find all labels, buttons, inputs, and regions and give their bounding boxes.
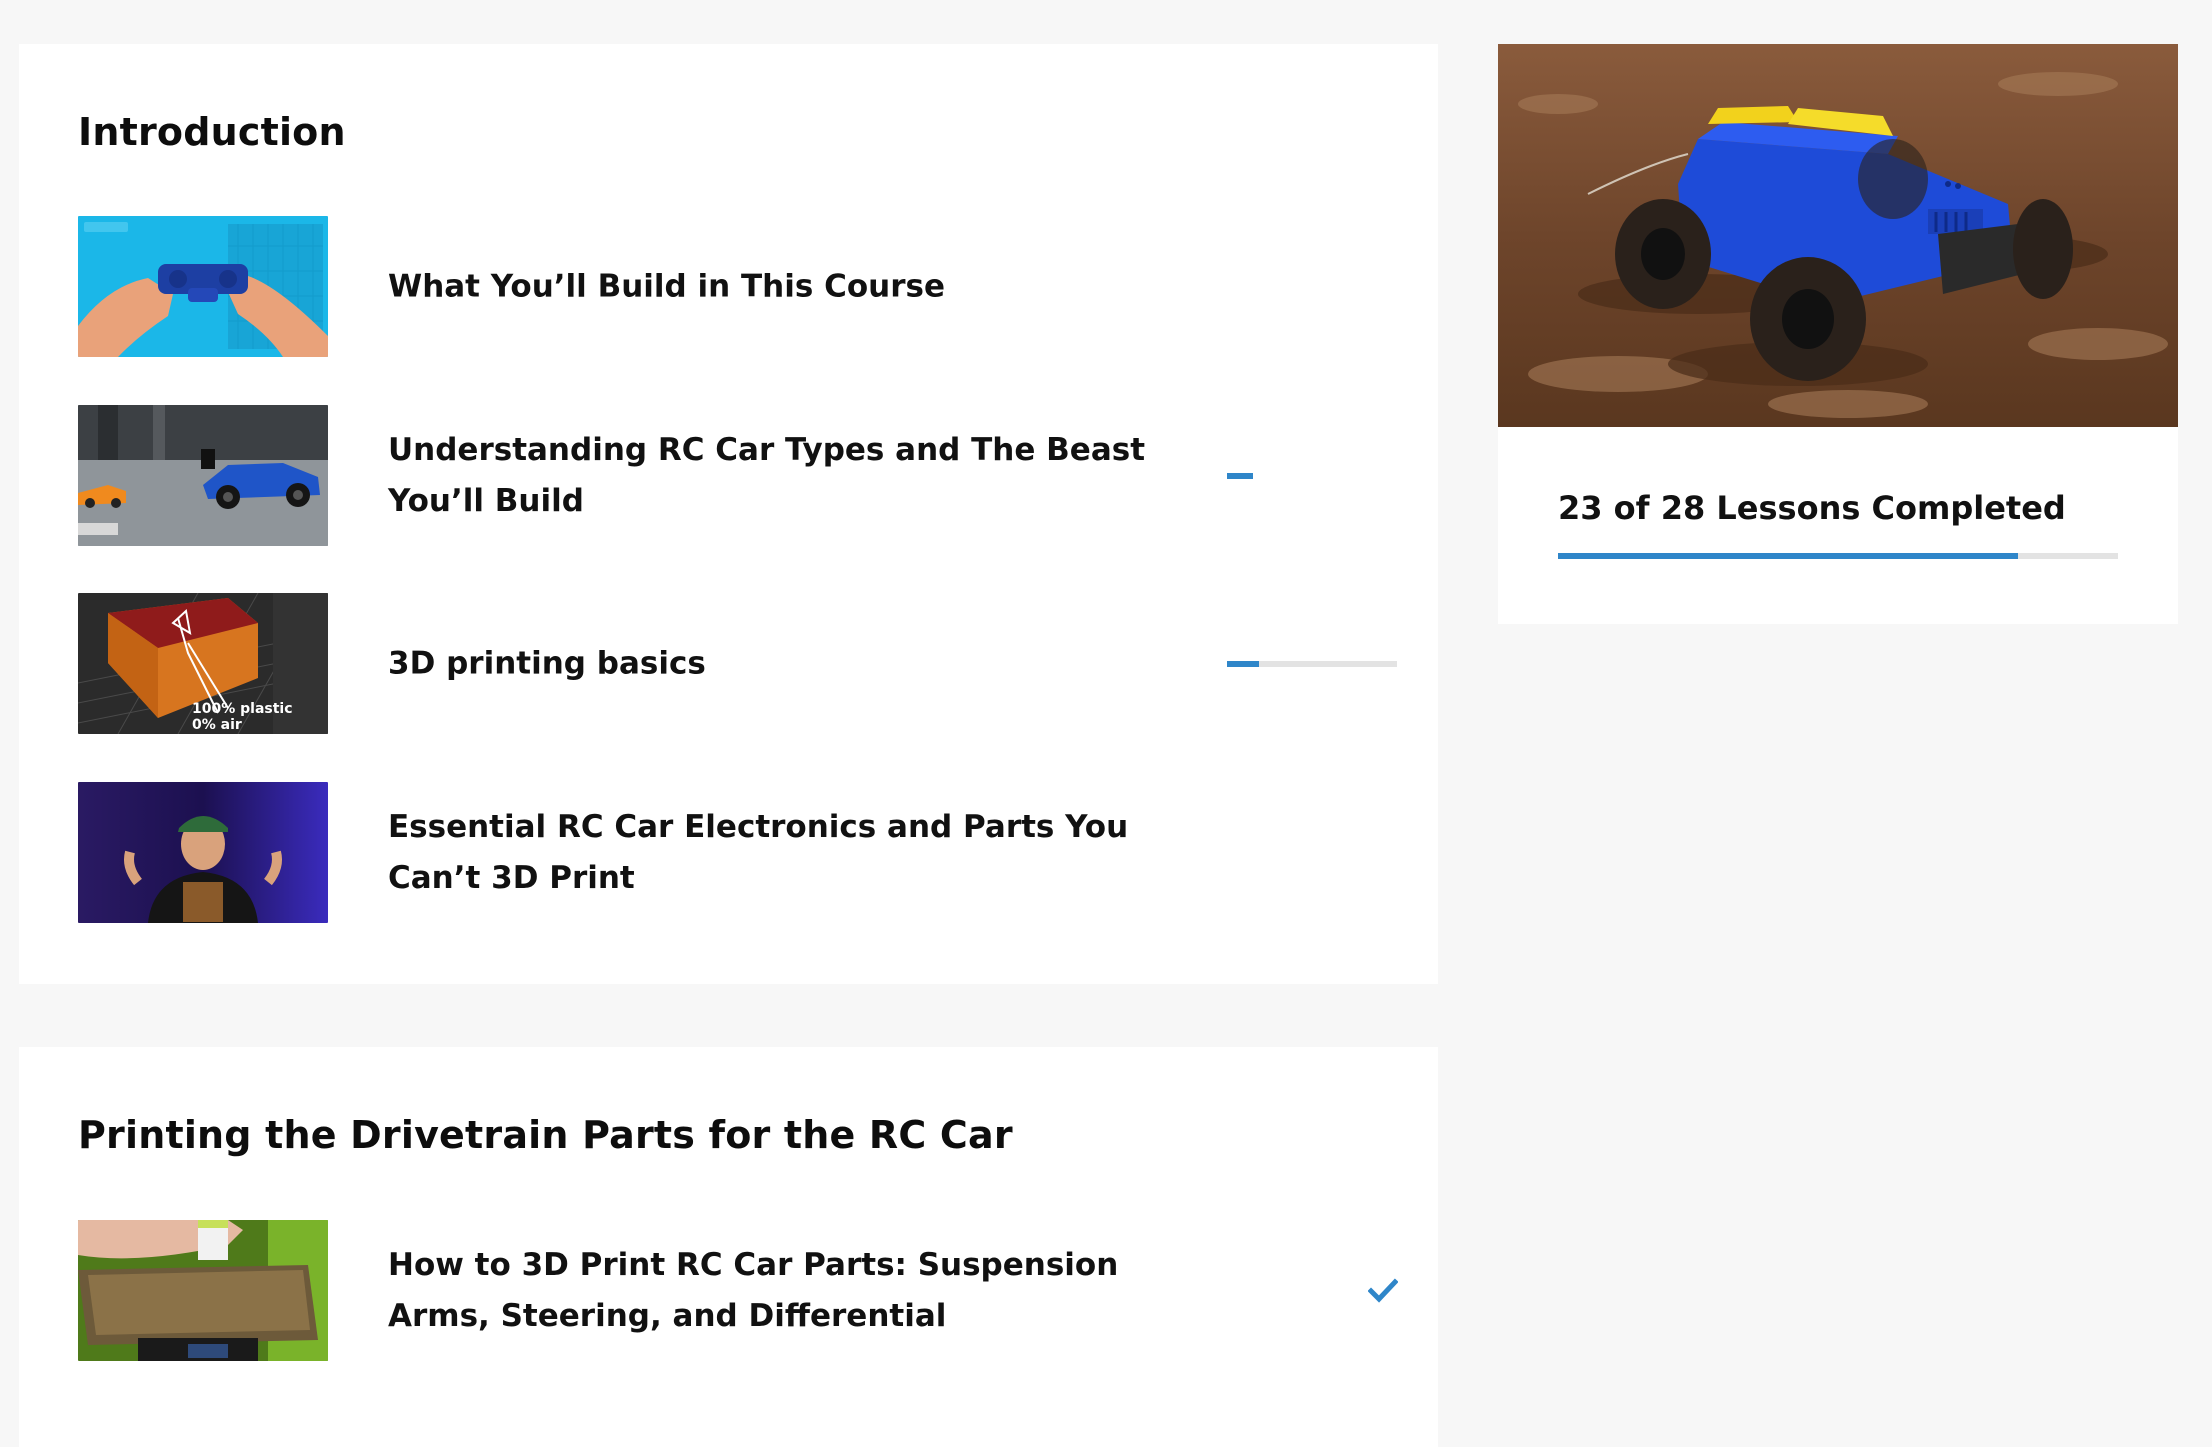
- lesson-item[interactable]: Understanding RC Car Types and The Beast…: [78, 405, 1398, 546]
- lesson-item[interactable]: 100% plastic 0% air 3D printing basics: [78, 593, 1398, 734]
- lesson-progress-bar: [1227, 660, 1397, 667]
- section-title: Introduction: [78, 110, 346, 154]
- checkmark-icon: [1367, 1277, 1399, 1304]
- thumbnail-text: 100% plastic: [192, 701, 293, 717]
- course-progress-label: 23 of 28 Lessons Completed: [1558, 489, 2066, 527]
- lesson-thumbnail[interactable]: 100% plastic 0% air: [78, 593, 328, 734]
- course-cover-image: [1498, 44, 2178, 427]
- course-progress-bar: [1558, 553, 2118, 559]
- lesson-title[interactable]: Essential RC Car Electronics and Parts Y…: [388, 802, 1178, 904]
- lesson-title[interactable]: 3D printing basics: [388, 638, 1178, 689]
- lesson-thumbnail[interactable]: [78, 216, 328, 357]
- section-introduction: Introduction What You’ll Build in This C…: [19, 44, 1438, 984]
- lesson-thumbnail[interactable]: [78, 782, 328, 923]
- section-title: Printing the Drivetrain Parts for the RC…: [78, 1113, 1013, 1157]
- lesson-progress-bar: [1227, 472, 1397, 479]
- lesson-thumbnail[interactable]: [78, 1220, 328, 1361]
- course-progress-fill: [1558, 553, 2018, 559]
- lesson-title[interactable]: What You’ll Build in This Course: [388, 261, 1178, 312]
- lesson-progress-fill: [1227, 660, 1260, 667]
- course-progress-card: 23 of 28 Lessons Completed: [1498, 44, 2178, 624]
- lesson-title[interactable]: How to 3D Print RC Car Parts: Suspension…: [388, 1240, 1178, 1342]
- lesson-item[interactable]: What You’ll Build in This Course: [78, 216, 1398, 357]
- lesson-progress-fill: [1227, 472, 1253, 479]
- lesson-item[interactable]: How to 3D Print RC Car Parts: Suspension…: [78, 1220, 1399, 1361]
- lesson-item[interactable]: Essential RC Car Electronics and Parts Y…: [78, 782, 1398, 923]
- section-drivetrain: Printing the Drivetrain Parts for the RC…: [19, 1047, 1438, 1447]
- lesson-title[interactable]: Understanding RC Car Types and The Beast…: [388, 425, 1178, 527]
- thumbnail-text: 0% air: [192, 717, 242, 733]
- lesson-thumbnail[interactable]: [78, 405, 328, 546]
